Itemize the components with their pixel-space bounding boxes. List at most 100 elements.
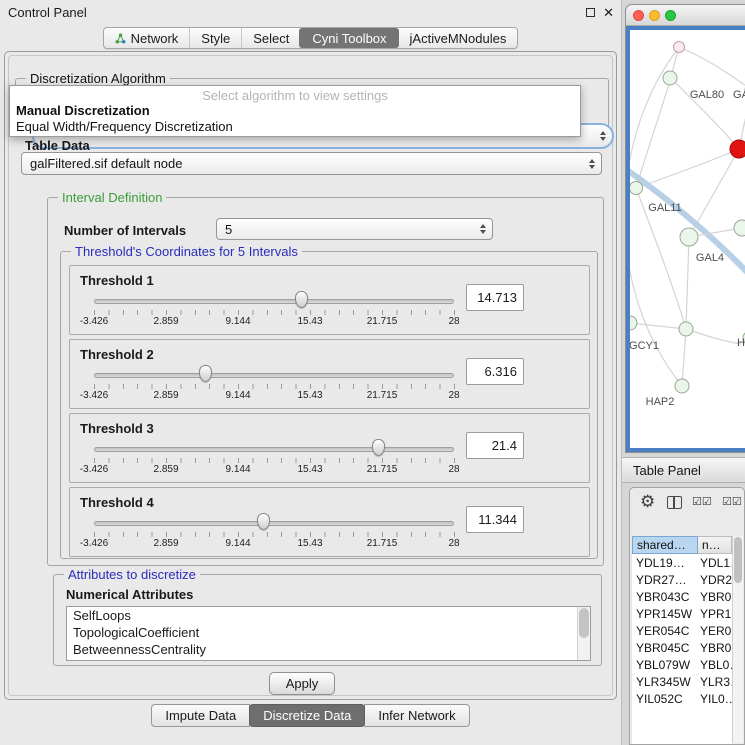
attribute-list-item[interactable]: SelfLoops bbox=[67, 607, 590, 624]
slider-scale-label: 21.715 bbox=[367, 538, 398, 549]
table-row[interactable]: YER054CYER0… bbox=[632, 622, 732, 639]
table-scrollbar[interactable] bbox=[732, 536, 743, 743]
network-canvas[interactable]: GAL80GAGAL11GAL4GCY1HHAP2 bbox=[630, 30, 745, 448]
network-edge[interactable] bbox=[682, 329, 686, 386]
table-row[interactable]: YIL052CYIL0… bbox=[632, 690, 732, 707]
apply-button[interactable]: Apply bbox=[269, 672, 335, 695]
columns-icon[interactable] bbox=[667, 496, 682, 509]
tab-label: Select bbox=[253, 31, 289, 46]
tab-cyni-toolbox[interactable]: Cyni Toolbox bbox=[299, 28, 398, 48]
float-window-icon[interactable] bbox=[586, 8, 595, 17]
column-header-name[interactable]: n… bbox=[698, 536, 732, 554]
algorithm-option-equal-width-frequency-discretization[interactable]: Equal Width/Frequency Discretization bbox=[16, 119, 574, 135]
select-rows-icon[interactable]: ☑☑ bbox=[722, 495, 742, 508]
minimize-traffic-light-icon[interactable] bbox=[649, 10, 660, 21]
threshold-slider-track[interactable] bbox=[94, 373, 454, 378]
zoom-traffic-light-icon[interactable] bbox=[665, 10, 676, 21]
slider-scale-label: 21.715 bbox=[367, 316, 398, 327]
network-node-gal80[interactable] bbox=[663, 71, 677, 85]
slider-scale-label: -3.426 bbox=[80, 464, 108, 475]
popup-placeholder: Select algorithm to view settings bbox=[10, 88, 580, 103]
table-row[interactable]: YLR345WYLR3… bbox=[632, 673, 732, 690]
column-header-shared-name[interactable]: shared… bbox=[632, 536, 698, 554]
network-node-gal4[interactable] bbox=[680, 228, 698, 246]
slider-scale-label: -3.426 bbox=[80, 390, 108, 401]
network-node-label: GAL11 bbox=[648, 202, 681, 214]
tab-jactivemnodules[interactable]: jActiveMNodules bbox=[399, 28, 518, 48]
network-window-titlebar[interactable] bbox=[626, 5, 745, 26]
threshold-slider-thumb[interactable] bbox=[257, 513, 270, 530]
network-node-label: H bbox=[737, 337, 745, 349]
network-edge[interactable] bbox=[686, 237, 689, 329]
table-row[interactable]: YDR27…YDR2… bbox=[632, 571, 732, 588]
tab-label: Network bbox=[131, 31, 179, 46]
network-node-hap2[interactable] bbox=[675, 379, 689, 393]
scrollbar-thumb[interactable] bbox=[734, 537, 742, 583]
slider-scale-label: 28 bbox=[448, 390, 459, 401]
network-edge[interactable] bbox=[630, 323, 686, 329]
network-node[interactable] bbox=[679, 322, 693, 336]
slider-scale-label: 2.859 bbox=[153, 538, 178, 549]
table-rows: YDL19…YDL1…YDR27…YDR2…YBR043CYBR0…YPR145… bbox=[632, 554, 732, 744]
table-row[interactable]: YBR045CYBR0… bbox=[632, 639, 732, 656]
attribute-list-item[interactable]: BetweennessCentrality bbox=[67, 641, 590, 658]
threshold-value-field[interactable]: 11.344 bbox=[466, 506, 524, 533]
attribute-list-item[interactable]: TopologicalCoefficient bbox=[67, 624, 590, 641]
tab-select[interactable]: Select bbox=[241, 28, 300, 48]
threshold-panel-3: Threshold 3-3.4262.8599.14415.4321.71528… bbox=[69, 413, 590, 483]
select-columns-icon[interactable]: ☑☑ bbox=[692, 495, 712, 508]
threshold-slider-thumb[interactable] bbox=[372, 439, 385, 456]
table-panel-header[interactable]: Table Panel bbox=[622, 457, 745, 483]
bottom-tab-bar: Impute DataDiscretize DataInfer Network bbox=[151, 704, 469, 727]
tab-network[interactable]: Network bbox=[104, 28, 190, 48]
table-row[interactable]: YPR145WYPR1… bbox=[632, 605, 732, 622]
tab-style[interactable]: Style bbox=[189, 28, 241, 48]
num-intervals-combobox[interactable]: 5 bbox=[216, 218, 493, 240]
threshold-slider-thumb[interactable] bbox=[295, 291, 308, 308]
network-edge[interactable] bbox=[686, 329, 741, 344]
threshold-slider-thumb[interactable] bbox=[199, 365, 212, 382]
threshold-value-field[interactable]: 6.316 bbox=[466, 358, 524, 385]
network-node-label: GAL80 bbox=[690, 89, 724, 101]
slider-scale-label: 28 bbox=[448, 538, 459, 549]
network-node-gcy1[interactable] bbox=[630, 316, 637, 330]
tab-discretize-data[interactable]: Discretize Data bbox=[249, 704, 365, 727]
scrollbar-thumb[interactable] bbox=[579, 608, 589, 638]
attributes-list[interactable]: SelfLoopsTopologicalCoefficientBetweenne… bbox=[66, 606, 591, 661]
threshold-value-field[interactable]: 21.4 bbox=[466, 432, 524, 459]
network-node[interactable] bbox=[674, 42, 685, 53]
network-edge[interactable] bbox=[679, 47, 745, 90]
combo-stepper-icon[interactable] bbox=[480, 224, 486, 234]
network-node-gal11[interactable] bbox=[630, 182, 643, 195]
threshold-slider-track[interactable] bbox=[94, 299, 454, 304]
network-edge[interactable] bbox=[630, 47, 682, 386]
cell-name: YPR1… bbox=[698, 607, 732, 621]
threshold-slider-track[interactable] bbox=[94, 521, 454, 526]
attributes-scrollbar[interactable] bbox=[577, 607, 590, 660]
slider-scale-label: 15.43 bbox=[297, 538, 322, 549]
close-icon[interactable]: ✕ bbox=[603, 7, 614, 18]
algorithm-option-manual-discretization[interactable]: Manual Discretization bbox=[16, 103, 574, 119]
network-node[interactable] bbox=[730, 140, 745, 158]
network-tab-icon bbox=[115, 33, 126, 44]
threshold-value-field[interactable]: 14.713 bbox=[466, 284, 524, 311]
close-traffic-light-icon[interactable] bbox=[633, 10, 644, 21]
cell-name: YDL1… bbox=[698, 556, 732, 570]
combo-stepper-icon[interactable] bbox=[589, 159, 595, 169]
table-data-combobox[interactable]: galFiltered.sif default node bbox=[21, 152, 602, 175]
gear-icon[interactable]: ⚙ bbox=[640, 492, 655, 512]
combo-stepper-icon[interactable] bbox=[600, 131, 606, 141]
network-node[interactable] bbox=[734, 220, 745, 236]
network-edge-thick[interactable] bbox=[630, 170, 745, 273]
network-svg: GAL80GAGAL11GAL4GCY1HHAP2 bbox=[630, 30, 745, 448]
network-edge[interactable] bbox=[636, 149, 739, 188]
network-node-label: HAP2 bbox=[646, 396, 675, 408]
threshold-slider-track[interactable] bbox=[94, 447, 454, 452]
network-edge[interactable] bbox=[636, 78, 671, 188]
table-row[interactable]: YBL079WYBL0… bbox=[632, 656, 732, 673]
tab-infer-network[interactable]: Infer Network bbox=[364, 704, 469, 727]
cell-shared-name: YBL079W bbox=[632, 658, 698, 672]
tab-impute-data[interactable]: Impute Data bbox=[151, 704, 250, 727]
table-row[interactable]: YBR043CYBR0… bbox=[632, 588, 732, 605]
table-row[interactable]: YDL19…YDL1… bbox=[632, 554, 732, 571]
